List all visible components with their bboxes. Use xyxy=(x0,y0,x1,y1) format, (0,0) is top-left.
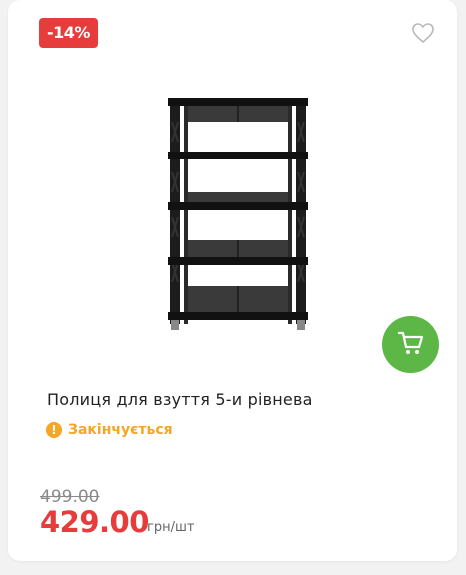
product-title[interactable]: Полиця для взуття 5-и рівнева xyxy=(47,390,313,409)
stock-status-text: Закінчується xyxy=(68,422,173,438)
heart-outline-icon[interactable] xyxy=(411,22,435,44)
price-unit: грн/шт xyxy=(147,520,195,535)
stock-status: ! Закінчується xyxy=(46,422,173,438)
discount-badge: -14% xyxy=(39,18,98,48)
exclamation-icon: ! xyxy=(46,422,62,438)
shopping-cart-icon xyxy=(397,330,425,360)
old-price: 499.00 xyxy=(40,487,100,507)
current-price: 429.00 xyxy=(40,505,149,539)
product-card[interactable]: -14% Полиця для взуття 5-и рівнева ! Зак… xyxy=(8,0,457,561)
add-to-cart-button[interactable] xyxy=(382,316,439,373)
product-image[interactable] xyxy=(158,92,318,342)
